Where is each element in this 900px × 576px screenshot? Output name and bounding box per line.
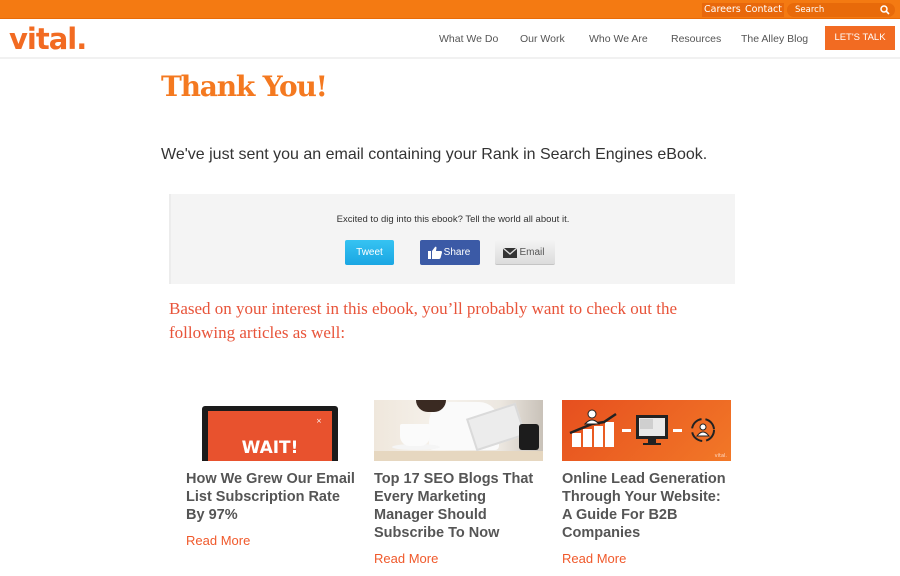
vital-watermark: vital. <box>714 453 727 459</box>
share-prompt: Excited to dig into this ebook? Tell the… <box>336 214 570 225</box>
nav-alley-blog[interactable]: The Alley Blog <box>741 32 808 46</box>
main-header: vital. What We Do Our Work Who We Are Re… <box>0 19 900 59</box>
lead-gen-diagram <box>569 409 715 447</box>
thumbs-up-icon <box>428 246 442 259</box>
article-card: vital. Online Lead Generation Through Yo… <box>562 400 734 566</box>
arrow-icon <box>622 429 631 432</box>
chart-person-icon <box>569 409 617 447</box>
article-thumbnail-photo[interactable] <box>374 400 543 461</box>
email-label: Email <box>519 247 545 258</box>
monitor-icon <box>636 415 668 445</box>
article-card: Top 17 SEO Blogs That Every Marketing Ma… <box>374 400 546 566</box>
page-title: Thank You! <box>161 70 328 103</box>
article-title[interactable]: Online Lead Generation Through Your Webs… <box>562 470 734 542</box>
tweet-label: Tweet <box>356 247 383 258</box>
search-icon[interactable] <box>880 5 890 15</box>
careers-link[interactable]: Careers <box>702 3 743 17</box>
nav-our-work[interactable]: Our Work <box>520 32 565 46</box>
share-label: Share <box>443 247 471 258</box>
read-more-link[interactable]: Read More <box>374 551 546 566</box>
nav-what-we-do[interactable]: What We Do <box>439 32 498 46</box>
coffee-cup-shape <box>400 424 430 446</box>
tweet-button[interactable]: Tweet <box>345 240 394 265</box>
article-card: × WAIT! How We Grew Our Email List Subsc… <box>186 400 358 548</box>
search-box <box>787 3 895 17</box>
article-title[interactable]: Top 17 SEO Blogs That Every Marketing Ma… <box>374 470 546 542</box>
envelope-icon <box>503 247 517 258</box>
nav-resources[interactable]: Resources <box>671 32 721 46</box>
article-title[interactable]: How We Grew Our Email List Subscription … <box>186 470 358 524</box>
contact-link[interactable]: Contact <box>743 3 784 17</box>
email-share-button[interactable]: Email <box>495 240 555 265</box>
article-thumbnail-diagram[interactable]: vital. <box>562 400 731 461</box>
suggestion-text: Based on your interest in this ebook, yo… <box>169 299 678 342</box>
table-surface <box>374 451 543 461</box>
vital-logo[interactable]: vital. <box>9 19 87 59</box>
share-panel: Excited to dig into this ebook? Tell the… <box>169 194 735 284</box>
read-more-link[interactable]: Read More <box>562 551 734 566</box>
facebook-share-button[interactable]: Share <box>420 240 480 265</box>
arrow-icon <box>673 429 682 432</box>
close-icon: × <box>316 417 322 425</box>
nav-who-we-are[interactable]: Who We Are <box>589 32 648 46</box>
intro-text: We've just sent you an email containing … <box>161 146 708 163</box>
cycle-person-icon <box>691 418 715 442</box>
wait-text: WAIT! <box>241 438 299 458</box>
read-more-link[interactable]: Read More <box>186 533 358 548</box>
article-thumbnail-popup[interactable]: × WAIT! <box>186 400 355 461</box>
search-input[interactable] <box>795 3 875 17</box>
lets-talk-button[interactable]: LET'S TALK <box>825 26 895 50</box>
background-object <box>519 424 539 450</box>
utility-bar: Careers Contact <box>0 0 900 19</box>
